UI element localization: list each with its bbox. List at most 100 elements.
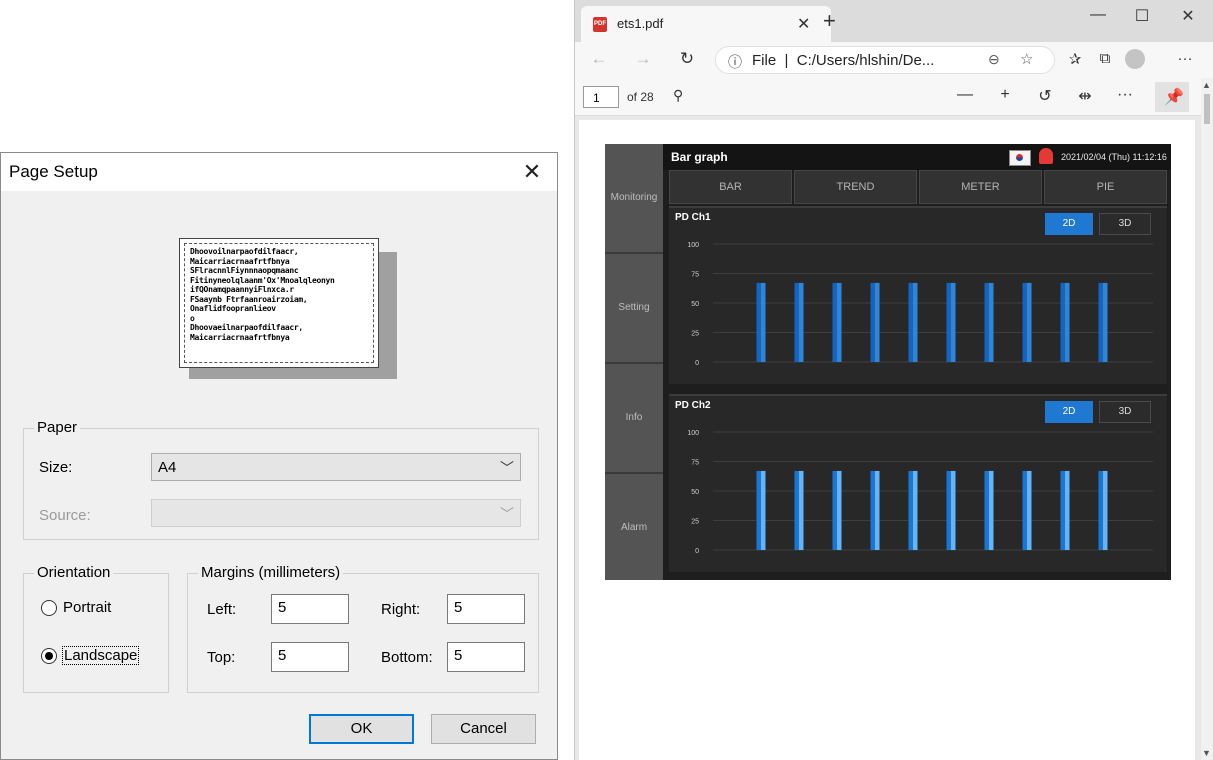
sidebar-item-setting[interactable]: Setting <box>605 254 663 364</box>
scroll-up-icon[interactable]: ▲ <box>1202 80 1211 90</box>
scroll-down-icon[interactable]: ▼ <box>1202 748 1211 758</box>
pdf-viewer: Monitoring Setting Info Alarm Bar graph … <box>575 116 1201 760</box>
close-icon[interactable]: ✕ <box>517 157 547 187</box>
bar <box>1022 282 1027 362</box>
bar <box>908 282 913 362</box>
bar-highlight <box>761 470 766 550</box>
tab-trend[interactable]: TREND <box>794 170 917 204</box>
y-tick-label: 50 <box>691 489 699 496</box>
zoom-in-icon[interactable]: + <box>993 86 1017 104</box>
favorite-add-icon[interactable]: ☆ <box>1020 50 1033 68</box>
address-bar[interactable]: ⓘ File | C:/Users/hlshin/De... ⊖ ☆ <box>715 46 1055 74</box>
zoom-out-icon[interactable]: — <box>953 86 977 104</box>
y-tick-label: 25 <box>691 519 699 526</box>
bar <box>1022 470 1027 550</box>
landscape-radio[interactable] <box>41 648 57 664</box>
close-window-icon[interactable]: ✕ <box>1173 6 1203 26</box>
hmi-screenshot: Monitoring Setting Info Alarm Bar graph … <box>605 144 1171 580</box>
y-tick-label: 75 <box>691 460 699 467</box>
source-label: Source: <box>39 507 91 524</box>
forward-icon[interactable]: → <box>631 49 655 69</box>
hmi-title: Bar graph <box>671 150 728 164</box>
sidebar-item-alarm[interactable]: Alarm <box>605 474 663 580</box>
pdf-more-icon[interactable]: ··· <box>1113 86 1137 104</box>
preview-line: Onaflidfoopranlieov <box>190 304 276 313</box>
bar <box>1060 282 1065 362</box>
bar <box>832 282 837 362</box>
preview-line: Dhoovaeilnarpaofdilfaacr, <box>190 323 303 332</box>
search-icon[interactable]: ⚲ <box>673 87 683 104</box>
tab-strip: PDF ets1.pdf ✕ + — ☐ ✕ <box>575 0 1213 42</box>
top-margin-input[interactable]: 5 <box>271 642 349 672</box>
chart-panel-ch1: PD Ch1 2D 3D 0 25 50 75 100 <box>669 206 1167 384</box>
pin-button[interactable]: 📌 <box>1155 82 1189 112</box>
tab-meter[interactable]: METER <box>919 170 1042 204</box>
bar-chart-ch2: 0 25 50 75 100 <box>687 430 1153 555</box>
bar <box>1060 470 1065 550</box>
reload-icon[interactable]: ↻ <box>675 49 699 69</box>
info-icon[interactable]: ⓘ <box>728 52 742 72</box>
fit-page-icon[interactable]: ⇹ <box>1073 86 1097 106</box>
cancel-button[interactable]: Cancel <box>431 714 536 744</box>
bar <box>756 282 761 362</box>
sidebar-item-info[interactable]: Info <box>605 364 663 474</box>
avatar[interactable] <box>1125 49 1145 69</box>
portrait-radio[interactable] <box>41 600 57 616</box>
bar <box>1098 282 1103 362</box>
back-icon[interactable]: ← <box>587 49 611 69</box>
bar <box>946 470 951 550</box>
collections-icon[interactable]: ⧉ <box>1093 50 1117 67</box>
tab-bar[interactable]: BAR <box>669 170 792 204</box>
ok-button[interactable]: OK <box>309 714 414 744</box>
sidebar-item-monitoring[interactable]: Monitoring <box>605 144 663 254</box>
maximize-icon[interactable]: ☐ <box>1127 6 1157 26</box>
preview-line: Dhoovoilnarpaofdilfaacr, <box>190 247 299 256</box>
bar-highlight <box>799 470 804 550</box>
scroll-thumb[interactable] <box>1204 94 1210 124</box>
size-label: Size: <box>39 459 73 476</box>
bar-highlight <box>951 470 956 550</box>
bar-highlight <box>799 282 804 362</box>
y-tick-label: 100 <box>687 242 699 249</box>
bar <box>832 470 837 550</box>
more-icon[interactable]: ··· <box>1173 50 1197 67</box>
right-margin-input[interactable]: 5 <box>447 594 525 624</box>
left-margin-input[interactable]: 5 <box>271 594 349 624</box>
top-label: Top: <box>207 649 236 666</box>
bar-highlight <box>989 282 994 362</box>
bar-highlight <box>913 470 918 550</box>
minimize-icon[interactable]: — <box>1083 6 1113 24</box>
vertical-scrollbar[interactable]: ▲ ▼ <box>1201 78 1213 760</box>
page-total: of 28 <box>627 90 654 104</box>
favorites-icon[interactable]: ✰ <box>1063 50 1087 68</box>
preview-line: Maicarriacrnaafrtfbnya <box>190 256 290 266</box>
bar-highlight <box>989 470 994 550</box>
bar <box>870 282 875 362</box>
tab-pdf[interactable]: PDF ets1.pdf ✕ <box>581 6 831 42</box>
zoom-icon[interactable]: ⊖ <box>988 51 1000 68</box>
size-value: A4 <box>158 459 177 476</box>
alarm-bell-icon[interactable] <box>1039 148 1053 164</box>
rotate-icon[interactable]: ↺ <box>1033 86 1057 106</box>
bar-highlight <box>1065 470 1070 550</box>
source-select: ﹀ <box>151 499 521 527</box>
bottom-margin-input[interactable]: 5 <box>447 642 525 672</box>
page-preview: Dhoovoilnarpaofdilfaacr, Maicarriacrnaaf… <box>179 238 379 368</box>
size-select[interactable]: A4 ﹀ <box>151 453 521 481</box>
close-tab-icon[interactable]: ✕ <box>797 14 810 34</box>
bar-highlight <box>1065 282 1070 362</box>
portrait-label[interactable]: Portrait <box>63 599 111 616</box>
page-number-input[interactable]: 1 <box>583 86 619 108</box>
bar-highlight <box>1103 282 1108 362</box>
tab-pie[interactable]: PIE <box>1044 170 1167 204</box>
korea-flag-icon[interactable] <box>1009 150 1031 166</box>
dialog-title-bar: Page Setup ✕ <box>1 153 557 191</box>
landscape-label[interactable]: Landscape <box>61 646 140 665</box>
bar <box>984 282 989 362</box>
hmi-header: Bar graph 2021/02/04 (Thu) 11:12:16 <box>663 144 1171 170</box>
address-url: C:/Users/hlshin/De... <box>796 52 935 69</box>
bar <box>984 470 989 550</box>
new-tab-icon[interactable]: + <box>823 8 836 34</box>
chevron-down-icon: ﹀ <box>500 460 514 476</box>
bar <box>1098 470 1103 550</box>
